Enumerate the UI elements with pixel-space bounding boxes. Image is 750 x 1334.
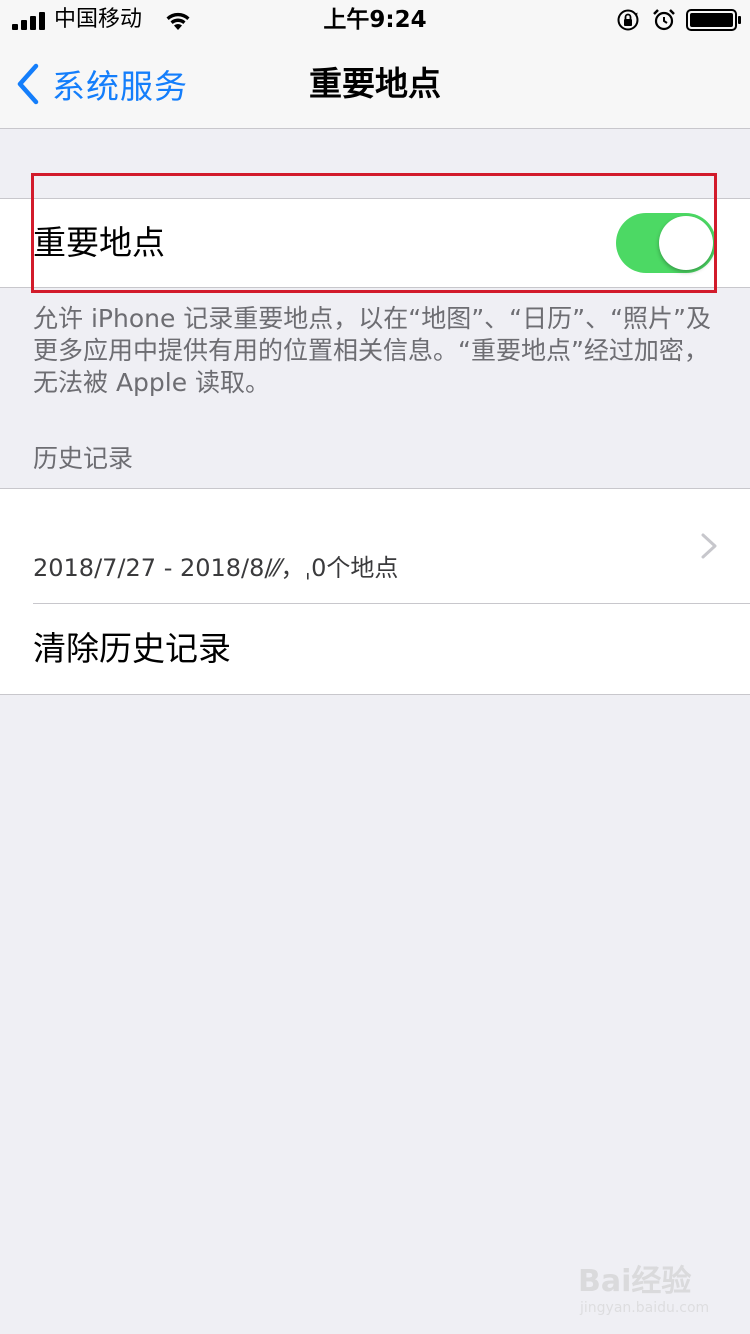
navigation-bar: 系统服务 重要地点 bbox=[0, 40, 750, 129]
battery-icon bbox=[686, 9, 741, 31]
history-entry-subtitle: 2018/7/27 - 2018/8/⁄⁄，ˌ0个地点 bbox=[33, 554, 399, 582]
toggle-knob bbox=[659, 216, 713, 270]
watermark-brand: Bai经验 bbox=[578, 1264, 692, 1299]
baidu-watermark: Bai经验 jingyan.baidu.com bbox=[578, 1262, 718, 1322]
watermark-url: jingyan.baidu.com bbox=[580, 1300, 710, 1316]
alarm-icon bbox=[653, 9, 675, 31]
significant-locations-toggle[interactable] bbox=[616, 213, 716, 273]
page-title: 重要地点 bbox=[309, 64, 441, 103]
history-section-header: 历史记录 bbox=[33, 444, 134, 473]
clear-history-button[interactable]: 清除历史记录 bbox=[33, 604, 231, 693]
chevron-right-icon bbox=[701, 533, 717, 559]
toggle-description: 允许 iPhone 记录重要地点，以在“地图”、“日历”、“照片”及更多应用中提… bbox=[33, 304, 711, 397]
orientation-lock-icon bbox=[617, 9, 639, 31]
history-entry-row[interactable] bbox=[0, 489, 750, 604]
significant-locations-label: 重要地点 bbox=[33, 223, 165, 262]
status-bar: 中国移动 上午9:24 bbox=[0, 0, 750, 40]
